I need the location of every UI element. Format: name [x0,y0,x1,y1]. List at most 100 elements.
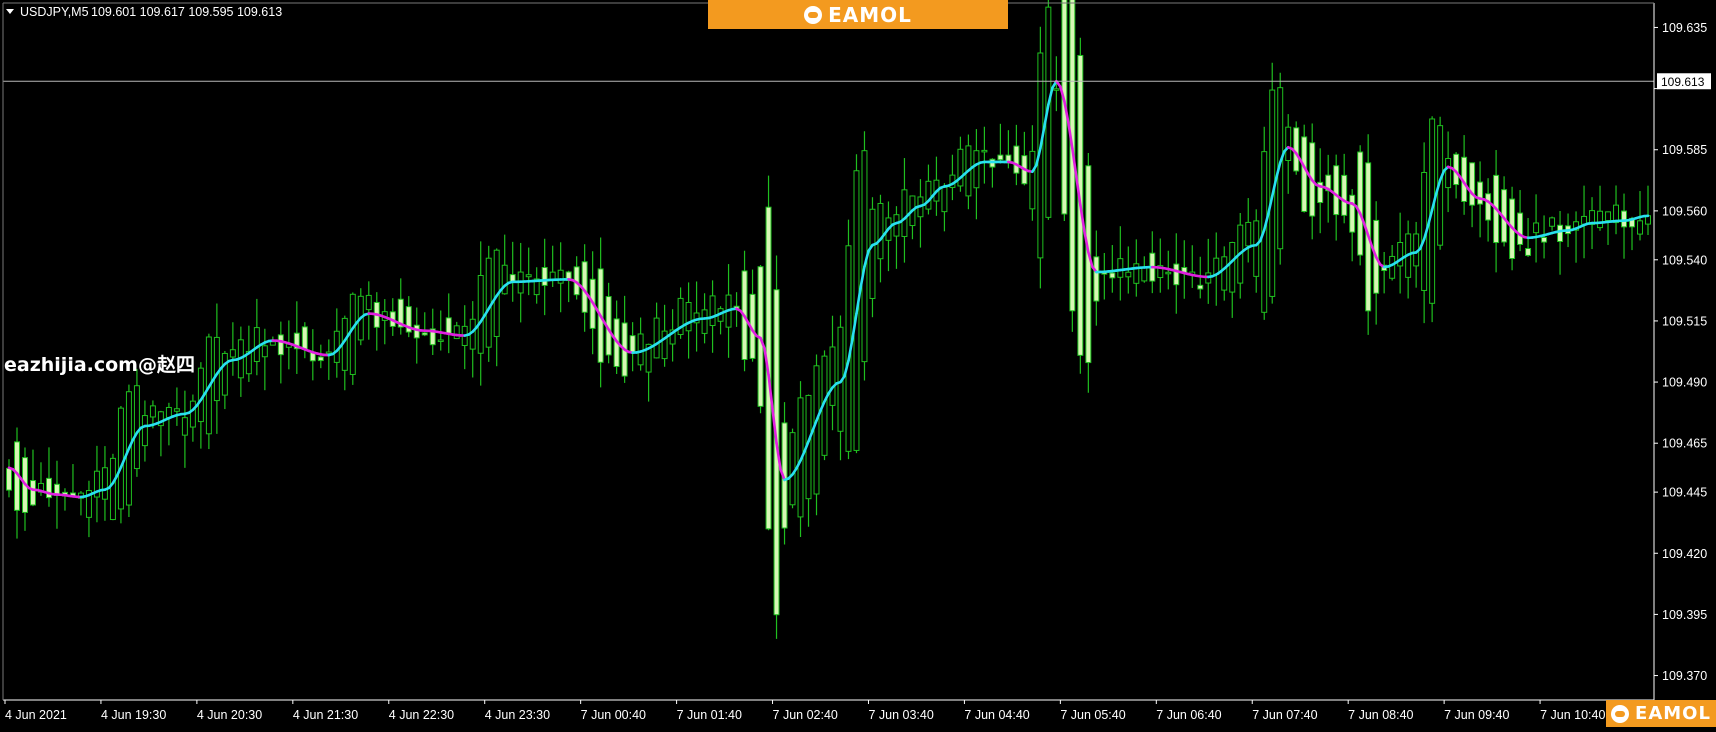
candle-body [1534,223,1539,233]
x-tick-label: 4 Jun 22:30 [389,708,454,722]
symbol-label: USDJPY,M5 [20,5,89,19]
chart-container[interactable]: 109.613 109.635 109.585 109.560 109.540 109.… [0,0,1716,727]
y-tick-label: 109.540 [1662,253,1707,267]
candle-body [118,408,123,509]
candle-body [702,310,707,334]
ohlc-readout: 109.601 109.617 109.595 109.613 [91,5,282,19]
candle-body [446,318,451,334]
candle-body [1110,273,1115,278]
current-price-label: 109.613 [1661,75,1705,89]
candle-body [662,331,667,358]
y-tick-label: 109.515 [1662,314,1707,328]
x-tick-label: 4 Jun 23:30 [485,708,550,722]
candle-body [1286,127,1291,160]
candle-body [1470,163,1475,205]
candle-body [1486,194,1491,220]
candle-body [878,203,883,258]
candle-body [438,340,443,342]
candle-body [1118,259,1123,278]
candle-body [1198,285,1203,289]
candle-body [1518,213,1523,244]
candle-body [814,366,819,494]
candle-body [454,326,459,339]
candle-body [142,416,147,446]
brand-banner-top: EAMOL [708,0,1008,29]
candle-body [214,337,219,400]
candle-body [1094,257,1099,301]
candle-body [1558,225,1563,241]
candle-body [1606,212,1611,221]
candle-body [422,333,427,335]
candle [350,292,355,384]
x-tick-label: 7 Jun 05:40 [1060,708,1125,722]
x-tick-label: 4 Jun 2021 [5,708,67,722]
candle-body [1542,237,1547,242]
candle-body [366,295,371,309]
candle-body [270,342,275,345]
candle-body [1126,272,1131,277]
y-tick-label: 109.635 [1662,21,1707,35]
candle-body [1550,218,1555,226]
candle-body [558,270,563,283]
candle-body [1358,152,1363,255]
y-tick-label: 109.445 [1662,486,1707,500]
x-tick-label: 7 Jun 06:40 [1156,708,1221,722]
x-tick-label: 7 Jun 00:40 [581,708,646,722]
candle-body [254,328,259,362]
candle-body [1598,211,1603,227]
candle-body [31,481,36,505]
candle-body [230,350,235,357]
candle [1294,121,1299,174]
candle-body [654,318,659,358]
candle-body [278,335,283,355]
candle-body [1166,272,1171,274]
candle [790,429,795,509]
candle-body [1014,146,1019,173]
x-tick-label: 7 Jun 02:40 [773,708,838,722]
candle-body [486,258,491,347]
candle-body [1622,211,1627,227]
candle [766,176,771,531]
robot-icon [1611,705,1629,723]
candle-body [926,181,931,209]
candle-body [1246,222,1251,245]
robot-icon [804,6,822,24]
candle-body [790,433,795,505]
x-tick-label: 7 Jun 01:40 [677,708,742,722]
candle [846,220,851,460]
candle-body [830,347,835,405]
candlestick-chart[interactable]: 109.613 109.635 109.585 109.560 109.540 109.… [0,0,1716,727]
candle-body [1230,242,1235,292]
x-tick-label: 7 Jun 08:40 [1348,708,1413,722]
x-tick-label: 4 Jun 19:30 [101,708,166,722]
y-tick-label: 109.560 [1662,204,1707,218]
x-tick-label: 4 Jun 20:30 [197,708,262,722]
x-tick-label: 7 Jun 07:40 [1252,708,1317,722]
candle-body [870,209,875,298]
candle-body [1390,256,1395,278]
candle-body [110,458,115,519]
candle-body [1054,89,1059,91]
candle-body [1222,257,1227,290]
candle [814,355,819,516]
x-tick-label: 7 Jun 09:40 [1444,708,1509,722]
x-tick-label: 4 Jun 21:30 [293,708,358,722]
candle-body [982,150,987,152]
candle-body [350,294,355,374]
candle-body [1142,267,1147,281]
candle-body [1254,221,1259,276]
candle-body [190,401,195,427]
candle-body [1638,221,1643,234]
candle-body [262,346,267,357]
candle-body [1342,175,1347,215]
candle-body [894,215,899,236]
x-tick-label: 7 Jun 10:40 [1540,708,1605,722]
brand-banner-bottom: EAMOL [1606,700,1716,727]
y-tick-label: 109.490 [1662,376,1707,390]
y-tick-label: 109.465 [1662,437,1707,451]
candle-body [942,187,947,211]
candle-body [1086,166,1091,363]
candle-body [414,325,419,338]
y-tick-label: 109.395 [1662,608,1707,622]
y-tick-label: 109.585 [1662,143,1707,157]
